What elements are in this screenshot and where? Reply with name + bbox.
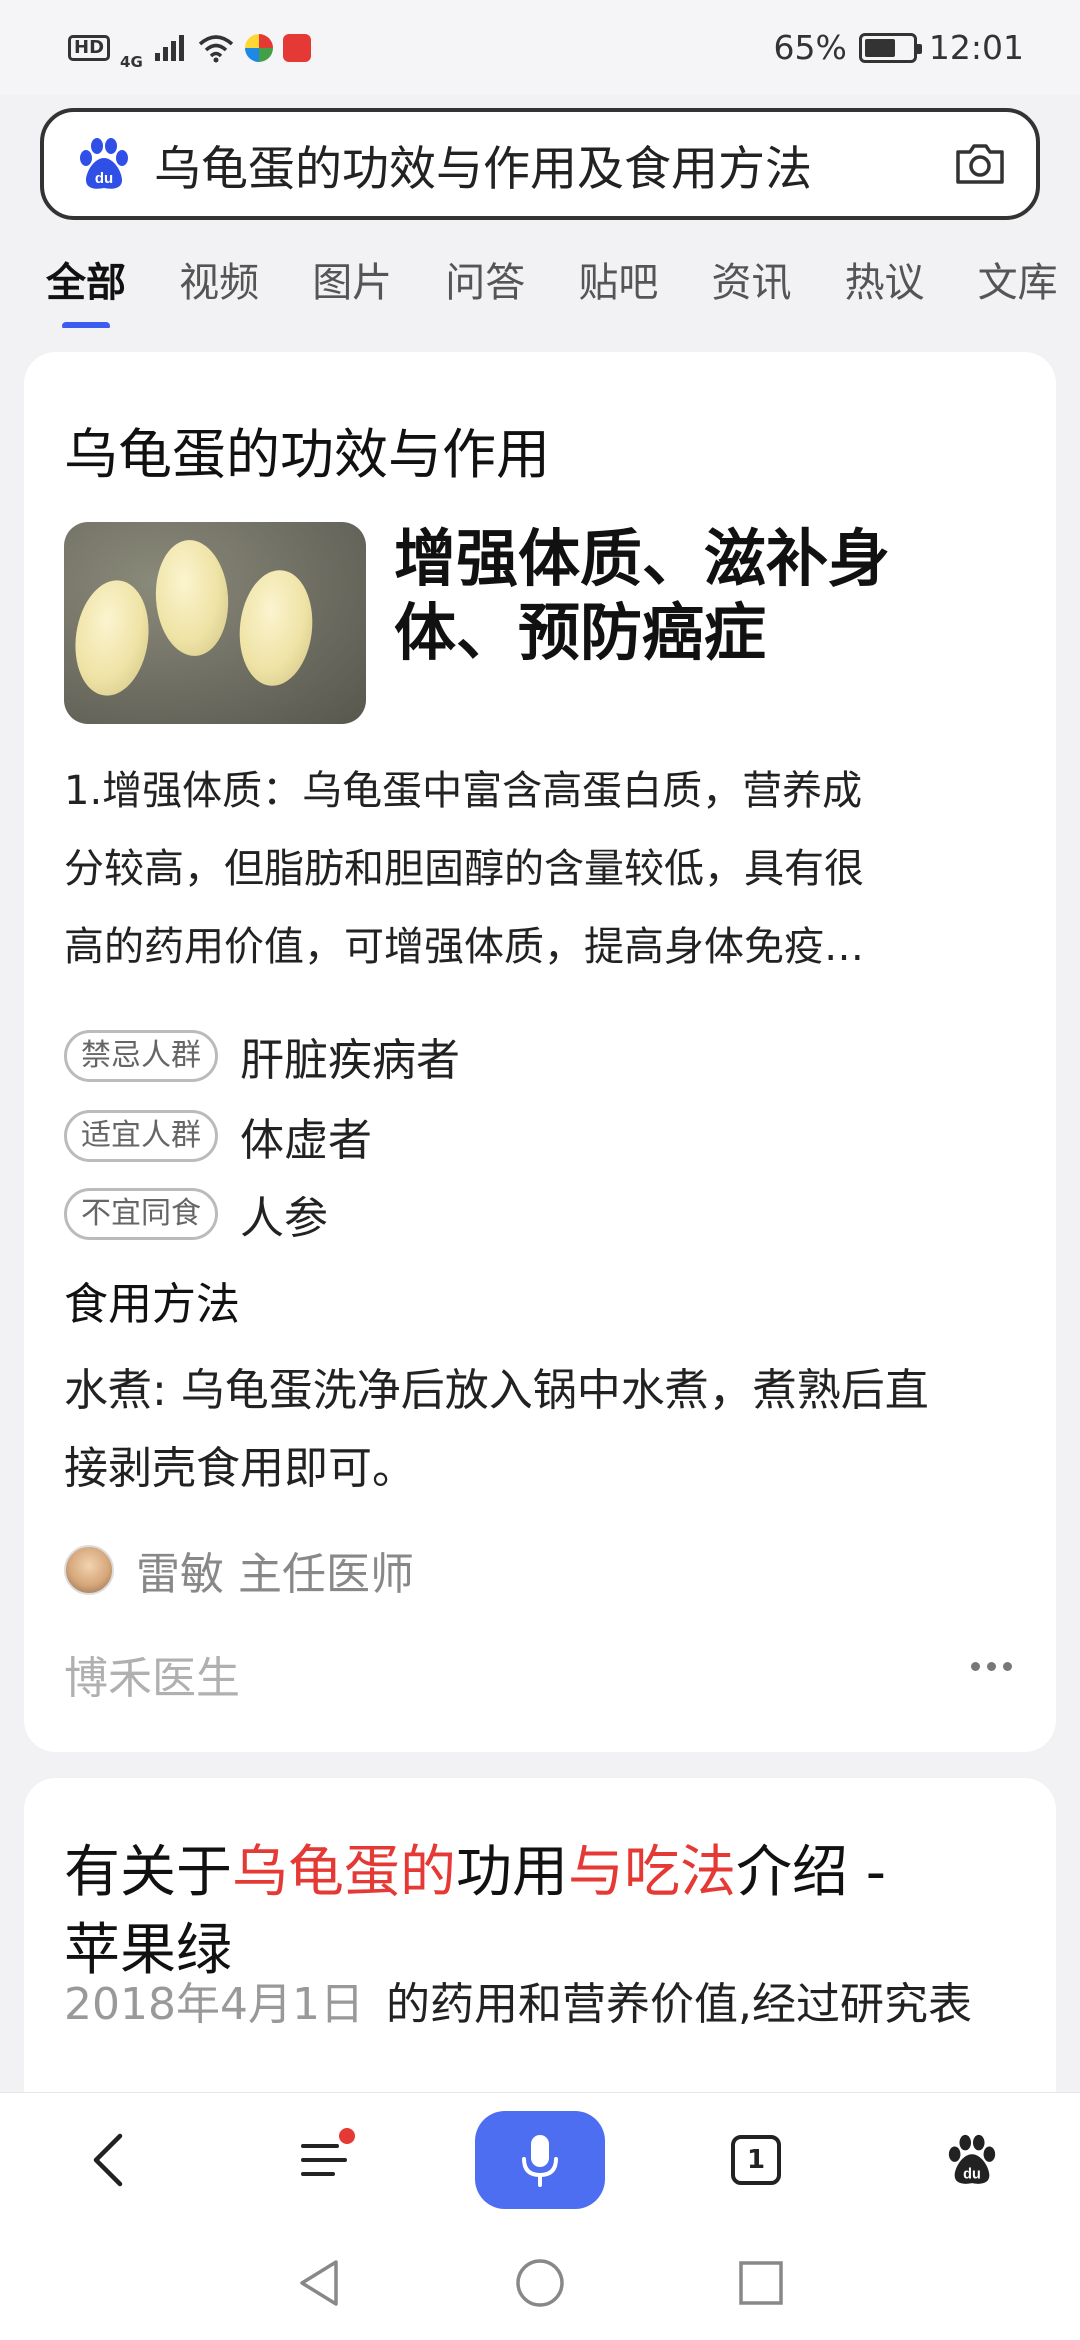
signal-icon xyxy=(154,34,184,61)
method-line-1: 水煮: 乌龟蛋洗净后放入锅中水煮，煮熟后直 xyxy=(64,1365,929,1416)
baidu-paw-logo-icon: du xyxy=(80,138,128,189)
snippet-text: 的药用和营养价值,经过研究表 xyxy=(385,1979,972,2030)
avatar xyxy=(64,1545,114,1595)
hd-icon: HD xyxy=(68,34,111,61)
back-button[interactable] xyxy=(43,2110,173,2210)
more-options-icon[interactable] xyxy=(971,1662,1012,1671)
article-title[interactable]: 有关于乌龟蛋的功用与吃法介绍 - 苹果绿 xyxy=(64,1834,1024,1990)
nav-recents-square-icon[interactable] xyxy=(736,2258,786,2308)
tag-row-suitable: 适宜人群 体虚者 xyxy=(64,1104,372,1168)
notification-dot xyxy=(339,2127,355,2144)
tag-row-incompatible-food: 不宜同食 人参 xyxy=(64,1182,328,1246)
nav-back-triangle-icon[interactable] xyxy=(294,2256,344,2310)
status-right: 65% 12:01 xyxy=(774,28,1024,67)
battery-percent: 65% xyxy=(773,28,847,67)
method-line-2: 接剥壳食用即可。 xyxy=(64,1443,416,1494)
tabs-button[interactable]: 1 xyxy=(691,2110,821,2210)
svg-text:du: du xyxy=(963,2166,981,2182)
description-line: 1.增强体质：乌龟蛋中富含高蛋白质，营养成 xyxy=(64,768,863,814)
tab-tieba[interactable]: 贴吧 xyxy=(578,238,658,308)
title-part: 介绍 - xyxy=(736,1840,887,1905)
article-date: 2018年4月1日 xyxy=(64,1979,364,2030)
camera-icon[interactable] xyxy=(950,134,1010,194)
method-text: 水煮: 乌龟蛋洗净后放入锅中水煮，煮熟后直 接剥壳食用即可。 xyxy=(64,1352,1034,1508)
menu-button[interactable] xyxy=(259,2110,389,2210)
tab-news[interactable]: 资讯 xyxy=(711,238,791,308)
eggs-image[interactable] xyxy=(64,522,366,724)
baidu-paw-icon: du xyxy=(948,2134,996,2184)
article-snippet: 2018年4月1日 的药用和营养价值,经过研究表 xyxy=(64,1968,972,2032)
browser-toolbar: 1 du xyxy=(0,2092,1080,2226)
menu-icon xyxy=(301,2143,347,2176)
search-tabs: 全部 视频 图片 问答 贴吧 资讯 热议 文库 xyxy=(0,238,1080,328)
system-navigation xyxy=(0,2226,1080,2340)
app-notification-icon xyxy=(244,33,273,62)
tag-row-contraindicated: 禁忌人群 肝脏疾病者 xyxy=(64,1024,460,1088)
voice-search-button[interactable] xyxy=(475,2110,605,2209)
status-bar: HD 4G 65% 12:01 xyxy=(0,0,1080,95)
nav-home-circle-icon[interactable] xyxy=(513,2256,567,2310)
tab-count: 1 xyxy=(746,2144,766,2175)
title-highlight: 乌龟蛋的 xyxy=(232,1840,456,1905)
chevron-left-icon xyxy=(93,2133,123,2186)
tag-value: 体虚者 xyxy=(240,1115,372,1166)
tab-qa[interactable]: 问答 xyxy=(445,238,525,308)
svg-text:du: du xyxy=(95,170,113,187)
microphone-icon xyxy=(522,2134,558,2187)
search-input[interactable]: 乌龟蛋的功效与作用及食用方法 xyxy=(154,130,950,199)
headline: 增强体质、滋补身 体、预防癌症 xyxy=(394,522,1014,670)
source-name[interactable]: 博禾医生 xyxy=(64,1642,240,1706)
title-highlight: 与吃法 xyxy=(568,1840,736,1905)
tab-video[interactable]: 视频 xyxy=(179,238,259,308)
description[interactable]: 1.增强体质：乌龟蛋中富含高蛋白质，营养成 分较高，但脂肪和胆固醇的含量较低，具… xyxy=(64,752,1034,986)
battery-icon xyxy=(858,32,922,63)
status-left: HD 4G xyxy=(68,25,311,71)
description-line: 高的药用价值，可增强体质，提高身体免疫… xyxy=(64,924,864,970)
description-line: 分较高，但脂肪和胆固醇的含量较低，具有很 xyxy=(64,846,864,892)
tag-label: 禁忌人群 xyxy=(64,1030,218,1082)
tab-discussion[interactable]: 热议 xyxy=(845,238,925,308)
tag-label: 适宜人群 xyxy=(64,1110,218,1162)
baidu-notification-icon xyxy=(282,33,311,62)
search-box[interactable]: du 乌龟蛋的功效与作用及食用方法 xyxy=(40,108,1040,220)
baidu-home-button[interactable]: du xyxy=(907,2110,1037,2210)
author-name: 雷敏 主任医师 xyxy=(136,1549,414,1600)
tab-images[interactable]: 图片 xyxy=(312,238,392,308)
tab-all[interactable]: 全部 xyxy=(46,238,126,328)
tab-wenku[interactable]: 文库 xyxy=(978,238,1058,308)
author[interactable]: 雷敏 主任医师 xyxy=(64,1538,414,1602)
tag-label: 不宜同食 xyxy=(64,1188,218,1240)
headline-line-1: 增强体质、滋补身 xyxy=(394,522,891,595)
headline-line-2: 体、预防癌症 xyxy=(394,596,767,669)
result-card-health[interactable]: 乌龟蛋的功效与作用 增强体质、滋补身 体、预防癌症 1.增强体质：乌龟蛋中富含高… xyxy=(24,352,1056,1752)
wifi-icon xyxy=(198,34,233,62)
network-type: 4G xyxy=(120,52,143,71)
clock: 12:01 xyxy=(928,28,1024,67)
method-label: 食用方法 xyxy=(64,1279,240,1330)
tag-value: 肝脏疾病者 xyxy=(240,1035,460,1086)
tag-value: 人参 xyxy=(240,1193,328,1244)
title-part: 有关于 xyxy=(64,1840,232,1905)
title-part: 功用 xyxy=(456,1840,568,1905)
card-title[interactable]: 乌龟蛋的功效与作用 xyxy=(64,410,550,489)
